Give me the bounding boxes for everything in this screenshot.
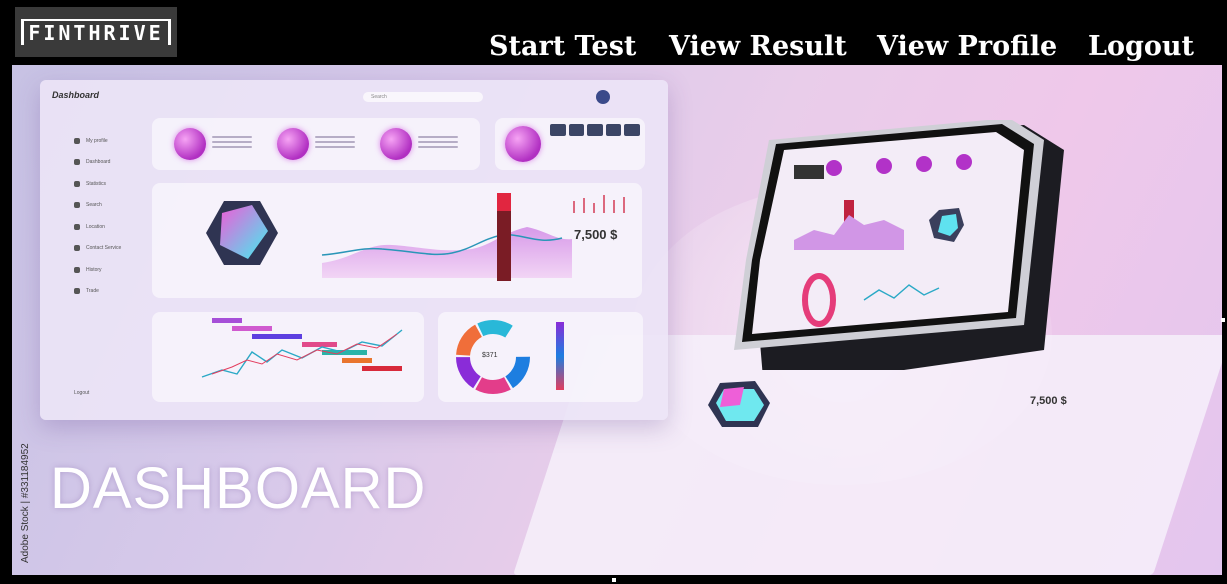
mock-donut-card: $371: [438, 312, 643, 402]
mock-dashboard-logo: Dashboard: [52, 90, 100, 100]
mock-sidebar-item: Contact Service: [74, 238, 154, 260]
mock-price-value: 7,500 $: [574, 227, 618, 242]
mock-stat-orb: [174, 128, 206, 160]
tablet-device: [734, 118, 1064, 390]
edge-marker: [1221, 318, 1225, 322]
location-icon: [74, 223, 80, 230]
mock-donut-chart: [456, 320, 564, 394]
mock-summary-card: [495, 118, 645, 170]
mock-donut-center: $371: [482, 352, 498, 359]
mock-user-icon: [596, 90, 610, 104]
mock-sidebar-item: My profile: [74, 130, 154, 152]
history-icon: [74, 266, 80, 273]
dashboard-banner-image: Dashboard Search My profile Dashboard St…: [12, 65, 1222, 575]
mock-main-chart: [206, 193, 625, 281]
mock-stat-text: [315, 136, 355, 152]
mock-summary-orb: [505, 126, 541, 162]
mock-sidebar-item: Dashboard: [74, 152, 154, 174]
mock-sidebar: My profile Dashboard Statistics Search L…: [74, 130, 154, 302]
nav-view-result[interactable]: View Result: [669, 30, 847, 64]
mock-stat-orb: [380, 128, 412, 160]
trade-icon: [74, 288, 80, 295]
mock-candle-card: [152, 312, 424, 402]
mock-sidebar-item: Trade: [74, 281, 154, 303]
mock-sidebar-item: History: [74, 259, 154, 281]
search-icon: [74, 202, 80, 209]
banner-headline: DASHBOARD: [50, 456, 427, 521]
nav-start-test[interactable]: Start Test: [489, 30, 636, 64]
mock-search-bar: Search: [363, 92, 483, 102]
top-bar: FINTHRIVE Start Test View Result View Pr…: [0, 0, 1227, 64]
profile-icon: [74, 137, 80, 144]
edge-marker: [612, 578, 616, 582]
nav-logout[interactable]: Logout: [1088, 30, 1194, 64]
mock-candle-chart: [201, 318, 403, 378]
floating-hexagon: [708, 381, 770, 427]
nav-view-profile[interactable]: View Profile: [877, 30, 1057, 64]
mock-icon-row: [550, 124, 640, 136]
mock-sidebar-item: Location: [74, 216, 154, 238]
mock-stat-text: [418, 136, 458, 152]
contact-icon: [74, 245, 80, 252]
mock-sidebar-item: Statistics: [74, 173, 154, 195]
mock-stats-card: [152, 118, 480, 170]
mock-stat-orb: [277, 128, 309, 160]
main-nav: Start Test View Result View Profile Logo…: [0, 30, 1227, 64]
dashboard-icon: [74, 159, 80, 166]
mock-logout: Logout: [74, 390, 90, 396]
tablet-illustration: [724, 118, 1114, 390]
floor-price-value: 7,500 $: [1030, 395, 1067, 407]
stock-watermark: Adobe Stock | #331184952: [20, 443, 31, 563]
statistics-icon: [74, 180, 80, 187]
mock-stat-text: [212, 136, 252, 152]
mock-search-placeholder: Search: [371, 94, 387, 100]
mock-dashboard-panel: Dashboard Search My profile Dashboard St…: [40, 80, 668, 420]
mock-main-chart-card: 7,500 $: [152, 183, 642, 298]
mock-sidebar-item: Search: [74, 195, 154, 217]
